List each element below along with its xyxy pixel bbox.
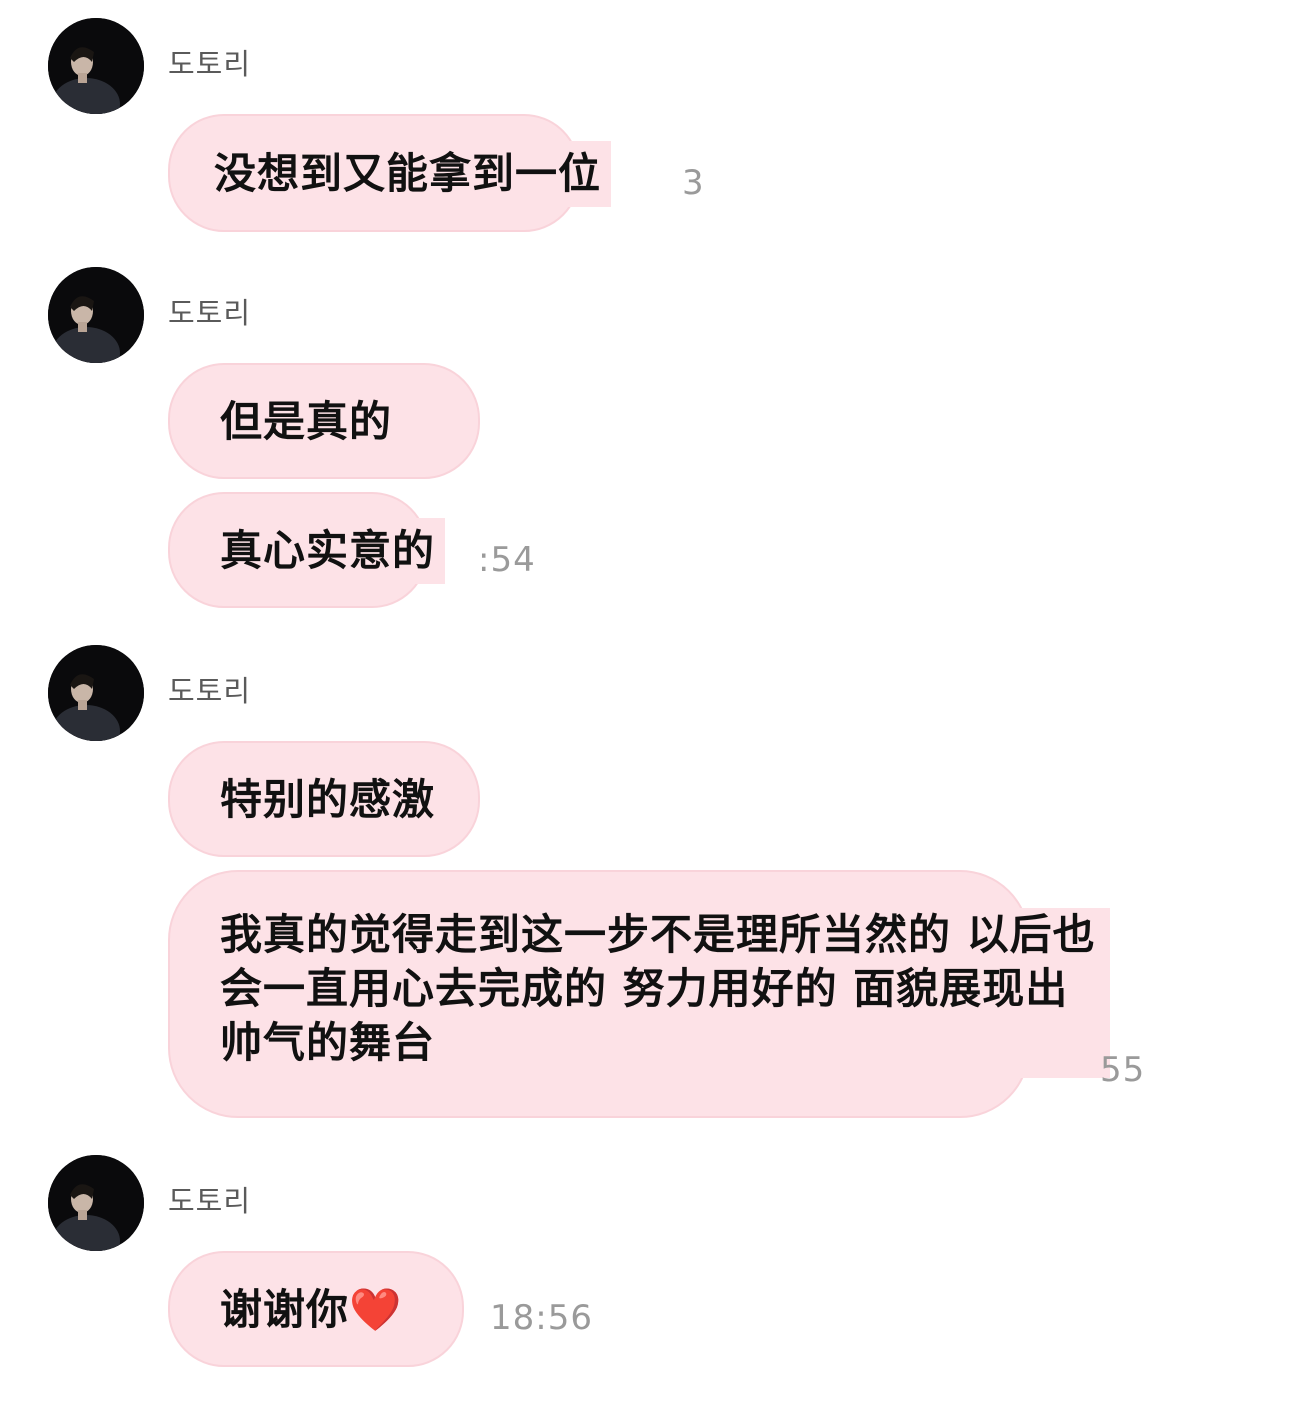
avatar[interactable] (48, 267, 144, 363)
message-bubble[interactable]: 我真的觉得走到这一步不是理所当然的 以后也会一直用心去完成的 努力用好的 面貌展… (168, 870, 1110, 1118)
message-text: 我真的觉得走到这一步不是理所当然的 以后也会一直用心去完成的 努力用好的 面貌展… (220, 908, 1110, 1078)
sender-name: 도토리 (168, 674, 252, 708)
message-text: 特别的感激 (220, 767, 446, 833)
message-bubble[interactable]: 谢谢你❤️ (168, 1251, 464, 1367)
message-bubble[interactable]: 真心实意的 (168, 492, 446, 608)
message-text-content: 谢谢你 (220, 1285, 350, 1334)
avatar-photo-icon (48, 267, 144, 363)
sender-name: 도토리 (168, 47, 252, 81)
avatar-photo-icon (48, 18, 144, 114)
sender-name: 도토리 (168, 296, 252, 330)
avatar-photo-icon (48, 1155, 144, 1251)
message-timestamp: :54 (478, 540, 536, 580)
message-text: 谢谢你❤️ (220, 1277, 412, 1343)
avatar-photo-icon (48, 645, 144, 741)
heart-emoji-icon: ❤️ (349, 1285, 403, 1334)
avatar[interactable] (48, 1155, 144, 1251)
message-timestamp: 18:56 (490, 1298, 593, 1338)
avatar[interactable] (48, 645, 144, 741)
message-timestamp: 55 (1100, 1050, 1146, 1090)
message-bubble[interactable]: 特别的感激 (168, 741, 480, 857)
message-bubble[interactable]: 但是真的 (168, 363, 480, 479)
message-text: 没想到又能拿到一位 (214, 141, 612, 207)
message-text: 但是真的 (220, 389, 403, 455)
message-bubble[interactable]: 没想到又能拿到一位 (168, 114, 612, 232)
message-text: 真心实意的 (220, 518, 446, 584)
message-timestamp: 3 (682, 163, 705, 203)
avatar[interactable] (48, 18, 144, 114)
sender-name: 도토리 (168, 1184, 252, 1218)
